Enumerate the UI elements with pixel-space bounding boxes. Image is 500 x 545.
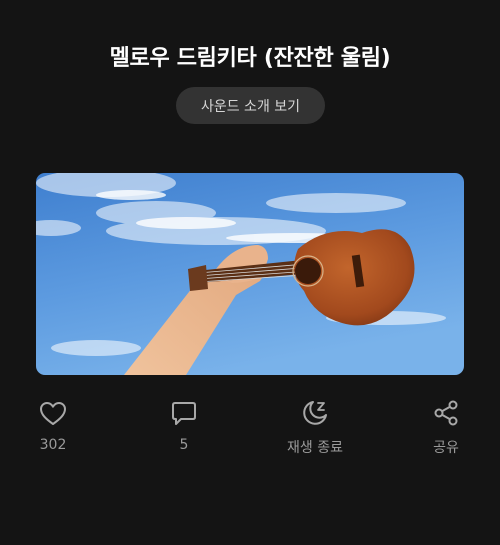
sound-intro-button[interactable]: 사운드 소개 보기 <box>176 87 325 124</box>
page-title: 멜로우 드림키타 (잔잔한 울림) <box>109 46 391 71</box>
action-bar: 302 5 재생 종료 공유 <box>0 398 500 462</box>
comment-button[interactable]: 5 <box>139 398 229 453</box>
share-icon <box>434 400 458 426</box>
share-button[interactable]: 공유 <box>401 398 491 457</box>
ukulele-sky-image <box>36 173 464 375</box>
comment-icon <box>172 402 196 425</box>
sleep-timer-icon <box>303 401 327 425</box>
sound-artwork <box>36 173 464 375</box>
like-button[interactable]: 302 <box>8 398 98 453</box>
sound-intro-button-label: 사운드 소개 보기 <box>200 98 301 115</box>
sound-detail-screen: 멜로우 드림키타 (잔잔한 울림) 사운드 소개 보기 302 5 재생 종료 … <box>0 0 500 545</box>
comment-count: 5 <box>179 437 189 453</box>
sleep-timer-label: 재생 종료 <box>287 440 343 456</box>
heart-icon <box>40 402 66 425</box>
like-count: 302 <box>39 437 67 453</box>
share-label: 공유 <box>433 440 459 456</box>
sleep-timer-button[interactable]: 재생 종료 <box>270 398 360 457</box>
